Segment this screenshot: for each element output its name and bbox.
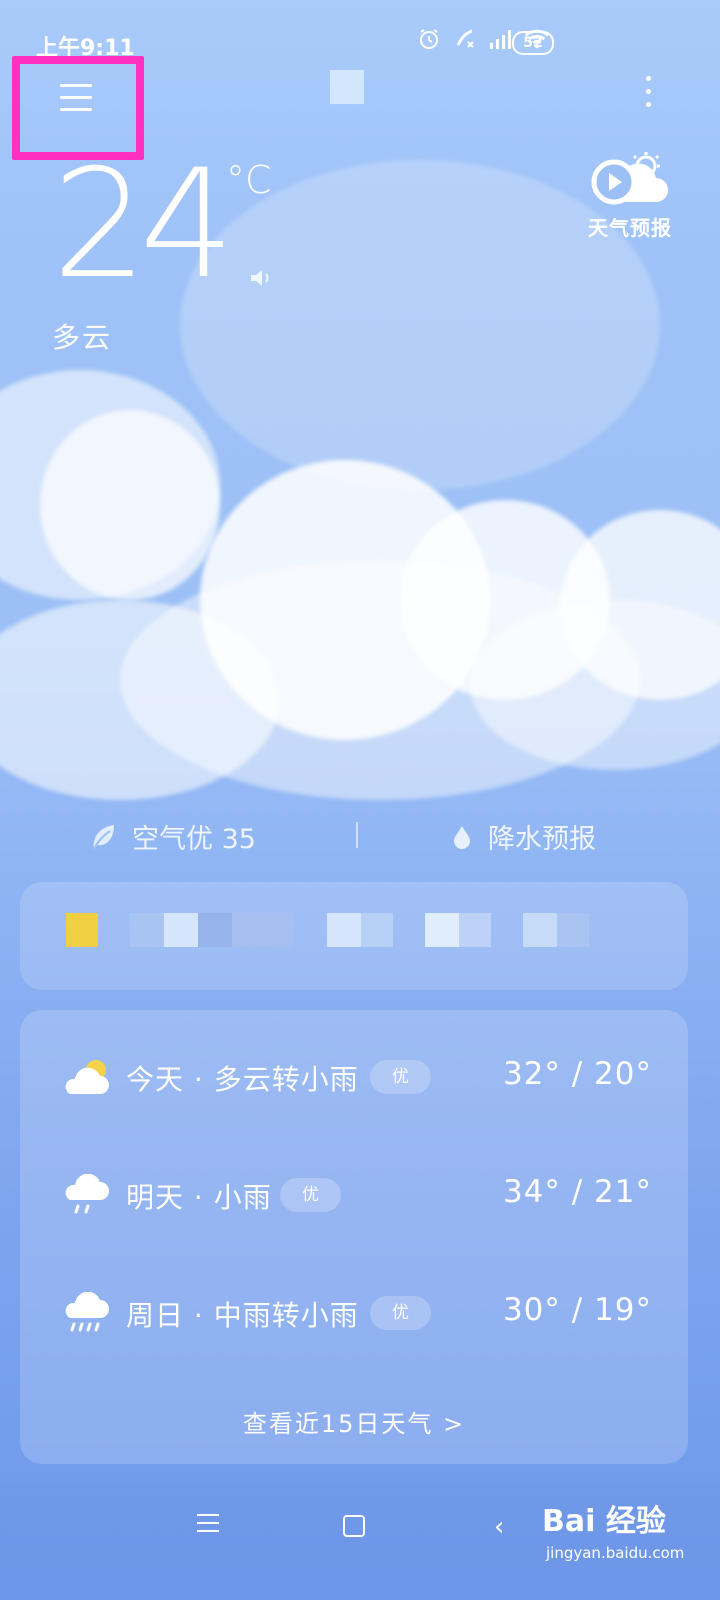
sun-icon [66, 913, 98, 947]
back-icon[interactable]: ‹ [494, 1512, 504, 1542]
blurred-block [557, 913, 589, 947]
blurred-block [361, 913, 393, 947]
daily-temps: 30° / 19° [502, 1292, 652, 1328]
moderate-rain-icon [62, 1291, 110, 1336]
daily-forecast-card: 今天 · 多云转小雨 优 32° / 20° 明天 · 小雨 优 34° / 2… [20, 1010, 688, 1464]
forecast-video-icon[interactable] [588, 150, 670, 206]
leaf-icon [93, 824, 114, 849]
blurred-block [459, 913, 491, 947]
daily-row-today[interactable]: 今天 · 多云转小雨 优 32° / 20° [20, 1048, 688, 1108]
light-rain-icon [62, 1173, 110, 1218]
hourly-forecast-card[interactable] [20, 882, 688, 990]
more-vertical-icon[interactable] [642, 72, 654, 112]
raindrop-icon [454, 825, 470, 849]
view-15-day-forecast-link[interactable]: 查看近15日天气 > [20, 1404, 688, 1439]
aqi-badge: 优 [370, 1060, 431, 1094]
blurred-block [425, 913, 459, 947]
precipitation-text: 降水预报 [488, 824, 596, 855]
divider [356, 822, 358, 848]
temperature-unit: °C [226, 158, 272, 202]
call-muted-icon [452, 26, 478, 52]
location-title [330, 70, 364, 104]
daily-label: 明天 · 小雨 [126, 1181, 272, 1214]
daily-label: 今天 · 多云转小雨 [126, 1063, 359, 1096]
alarm-icon [416, 26, 442, 52]
aqi-badge: 优 [280, 1178, 341, 1212]
precipitation-forecast[interactable]: 降水预报 [452, 817, 596, 856]
baidu-jingyan-watermark: Bai 经验 jingyan.baidu.com [540, 1496, 710, 1576]
daily-row-tomorrow[interactable]: 明天 · 小雨 优 34° / 21° [20, 1166, 688, 1226]
blurred-block [164, 913, 198, 947]
current-temperature: 24 [52, 138, 235, 312]
watermark-url: jingyan.baidu.com [546, 1544, 685, 1562]
home-icon[interactable] [343, 1515, 365, 1537]
battery-indicator: 52 [512, 31, 554, 55]
blurred-block [523, 913, 557, 947]
air-quality-text: 空气优 35 [132, 824, 256, 855]
blurred-block [327, 913, 361, 947]
info-row: 空气优 35 降水预报 [0, 812, 720, 862]
watermark-logo: Bai 经验 [542, 1504, 666, 1539]
blurred-block [232, 913, 294, 947]
speaker-icon[interactable] [248, 266, 276, 290]
air-quality[interactable]: 空气优 35 [90, 817, 256, 856]
daily-temps: 32° / 20° [502, 1056, 652, 1092]
menu-icon [60, 84, 92, 111]
recent-apps-icon[interactable] [197, 1514, 219, 1534]
blurred-block [130, 913, 164, 947]
signal-icon [488, 26, 514, 52]
forecast-video-label[interactable]: 天气预报 [588, 212, 672, 241]
daily-temps: 34° / 21° [502, 1174, 652, 1210]
blurred-block [198, 913, 232, 947]
current-condition: 多云 [52, 321, 113, 354]
aqi-badge: 优 [370, 1296, 431, 1330]
partly-cloudy-icon [62, 1056, 110, 1100]
daily-row-sunday[interactable]: 周日 · 中雨转小雨 优 30° / 19° [20, 1284, 688, 1344]
daily-label: 周日 · 中雨转小雨 [126, 1299, 359, 1332]
